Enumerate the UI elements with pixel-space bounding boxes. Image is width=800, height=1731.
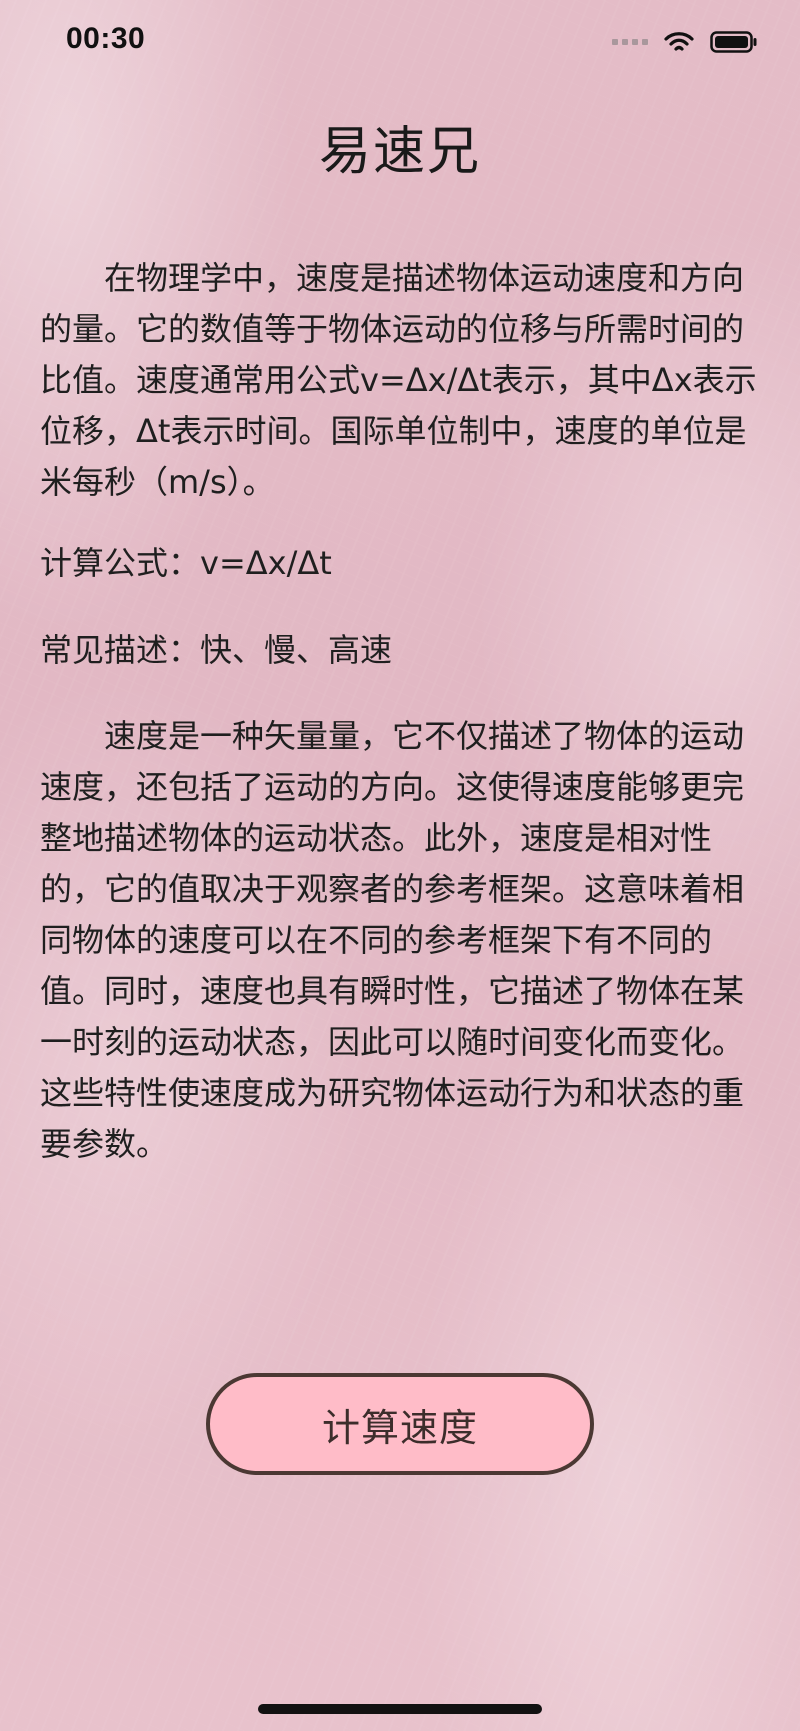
calculate-speed-button[interactable]: 计算速度 <box>206 1373 594 1475</box>
detail-paragraph: 速度是一种矢量量，它不仅描述了物体的运动速度，还包括了运动的方向。这使得速度能够… <box>40 717 745 1163</box>
home-indicator <box>258 1704 542 1714</box>
wifi-icon <box>664 31 694 53</box>
status-bar: 00:30 <box>0 0 800 88</box>
battery-icon <box>710 30 758 54</box>
intro-paragraph: 在物理学中，速度是描述物体运动速度和方向的量。它的数值等于物体运动的位移与所需时… <box>40 259 757 501</box>
page-title: 易速兄 <box>318 122 481 182</box>
status-icons <box>612 28 758 56</box>
status-time: 00:30 <box>66 22 146 55</box>
formula-line: 计算公式：v=Δx/Δt <box>40 544 332 582</box>
content-area: 在物理学中，速度是描述物体运动速度和方向的量。它的数值等于物体运动的位移与所需时… <box>40 253 760 1170</box>
description-line: 常见描述：快、慢、高速 <box>40 631 393 669</box>
signal-icon <box>612 39 648 45</box>
